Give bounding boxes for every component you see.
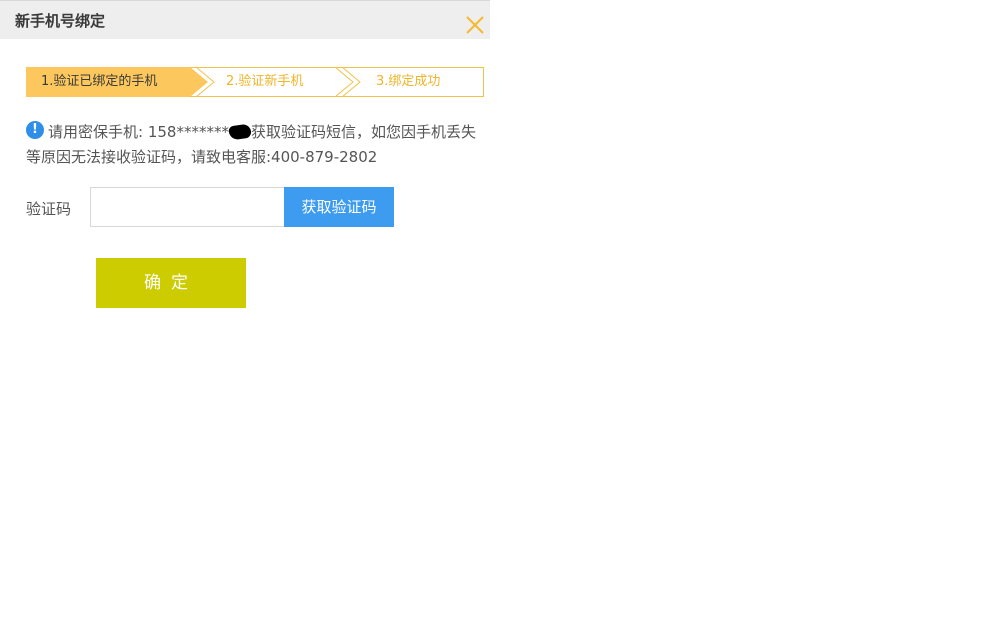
notice-text: 请用密保手机: 158******* 获取验证码短信，如您因手机丢失等原因无法接收… bbox=[26, 120, 490, 170]
redaction-mark bbox=[228, 123, 252, 141]
step-1: 1.验证已绑定的手机 bbox=[41, 74, 158, 89]
step-2: 2.验证新手机 bbox=[226, 74, 304, 89]
info-icon: ! bbox=[26, 121, 44, 139]
sms-notice: ! 请用密保手机: 158******* 获取验证码短信，如您因手机丢失等原因无法… bbox=[26, 120, 490, 170]
step-3: 3.绑定成功 bbox=[376, 74, 441, 89]
get-code-button[interactable]: 获取验证码 bbox=[284, 187, 394, 227]
verification-code-input[interactable] bbox=[90, 187, 285, 227]
notice-text-before: 请用密保手机: 158******* bbox=[48, 123, 229, 141]
step-progress: 1.验证已绑定的手机 2.验证新手机 3.绑定成功 bbox=[26, 67, 484, 97]
dialog-title: 新手机号绑定 bbox=[15, 12, 106, 30]
code-label: 验证码 bbox=[26, 200, 72, 218]
confirm-button[interactable]: 确定 bbox=[96, 258, 246, 308]
bind-phone-dialog: 新手机号绑定 1.验证已绑定的手机 2.验证新手机 3.绑定成功 ! 请用密保手… bbox=[0, 0, 490, 340]
close-icon[interactable] bbox=[464, 14, 486, 36]
dialog-titlebar: 新手机号绑定 bbox=[0, 0, 490, 39]
